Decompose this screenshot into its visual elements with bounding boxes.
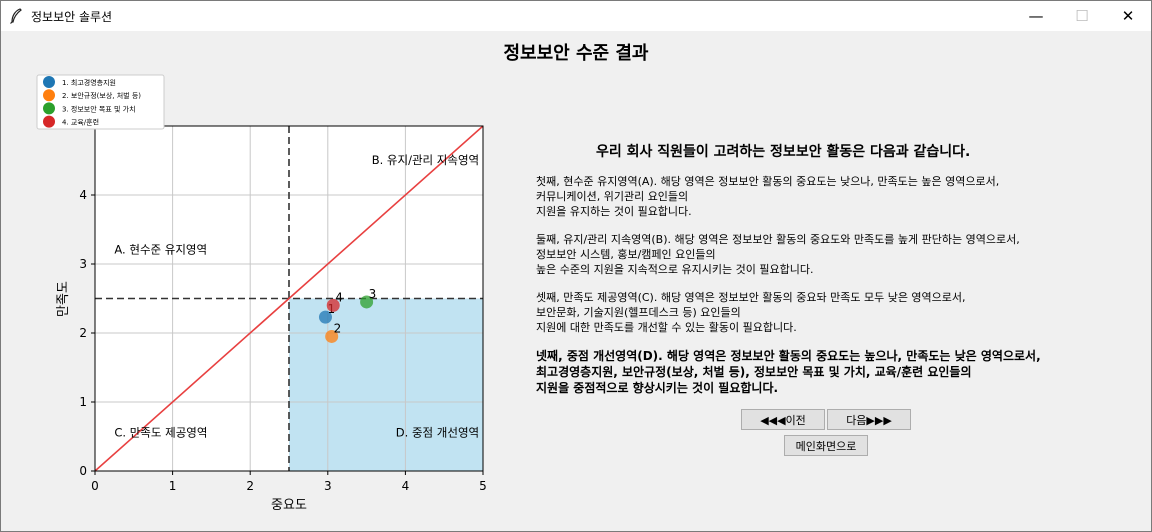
x-tick-label: 2 <box>246 479 254 493</box>
app-window: 정보보안 솔루션 — ☐ ✕ 정보보안 수준 결과 01234501234 A.… <box>0 0 1152 532</box>
legend-marker <box>43 76 55 88</box>
paragraph-area-a: 첫째, 현수준 유지영역(A). 해당 영역은 정보보안 활동의 중요도는 낮으… <box>536 175 1000 218</box>
y-tick-label: 3 <box>79 257 87 271</box>
x-axis-label: 중요도 <box>271 498 307 513</box>
y-tick-label: 0 <box>79 464 87 478</box>
legend-marker <box>43 115 55 128</box>
quadrant-label-b: B. 유지/관리 지속영역 <box>372 153 479 167</box>
data-point-label: 2 <box>334 321 342 335</box>
legend: 1. 최고경영층지원 2. 보안규정(보상, 처벌 등) 3. 정보보안 목표 및 … <box>36 74 165 130</box>
quadrant-label-d: D. 중점 개선영역 <box>396 426 479 440</box>
x-tick-label: 5 <box>479 479 487 493</box>
feather-icon <box>10 8 22 24</box>
main-menu-button[interactable]: 메인화면으로 <box>784 435 868 456</box>
ipa-scatter-chart: 0 1 2 3 4 5 0 1 2 3 4 A. 현수준 유지영역 B. 유지/관리 지속영역 C.… <box>36 74 487 513</box>
data-point-label: 3 <box>369 287 377 301</box>
improvement-area <box>289 298 483 471</box>
legend-marker <box>43 102 55 115</box>
x-tick-label: 0 <box>91 479 99 493</box>
window-title: 정보보안 솔루션 <box>31 10 113 24</box>
legend-label: 2. 보안규정(보상, 처벌 등) <box>62 91 141 100</box>
x-tick-label: 3 <box>324 479 332 493</box>
close-button[interactable]: ✕ <box>1105 1 1151 31</box>
legend-label: 4. 교육/훈련 <box>62 118 99 127</box>
legend-label: 3. 정보보안 목표 및 가치 <box>62 104 136 113</box>
legend-marker <box>43 89 55 102</box>
maximize-button[interactable]: ☐ <box>1059 1 1105 31</box>
minimize-button[interactable]: — <box>1013 1 1059 31</box>
data-point-label: 4 <box>335 290 343 304</box>
prev-button[interactable]: ◀◀◀이전 <box>741 409 825 430</box>
y-tick-label: 4 <box>79 188 87 202</box>
quadrant-label-a: A. 현수준 유지영역 <box>114 243 207 257</box>
quadrant-label-c: C. 만족도 제공영역 <box>114 426 207 440</box>
paragraph-area-d: 넷째, 중점 개선영역(D). 해당 영역은 정보보안 활동의 중요도는 높으나… <box>536 349 1041 395</box>
title-bar: 정보보안 솔루션 — ☐ ✕ <box>1 1 1151 31</box>
paragraph-area-c: 셋째, 만족도 제공영역(C). 해당 영역은 정보보안 활동의 중요돠 만족도… <box>536 291 966 334</box>
main-content: 정보보안 수준 결과 01234501234 A. 현수준 유지영역 B. 유지… <box>1 31 1151 531</box>
paragraph-area-b: 둘째, 유지/관리 지속영역(B). 해당 영역은 정보보안 활동의 중요도와 … <box>536 233 1020 276</box>
legend-label: 1. 최고경영층지원 <box>62 78 116 87</box>
y-tick-label: 1 <box>79 395 87 409</box>
next-button[interactable]: 다음▶▶▶ <box>827 409 911 430</box>
y-tick-label: 2 <box>79 326 87 340</box>
y-axis-label: 만족도 <box>56 281 71 317</box>
description-title: 우리 회사 직원들이 고려하는 정보보안 활동은 다음과 같습니다. <box>596 144 971 160</box>
x-tick-label: 1 <box>169 479 177 493</box>
x-tick-label: 4 <box>402 479 410 493</box>
